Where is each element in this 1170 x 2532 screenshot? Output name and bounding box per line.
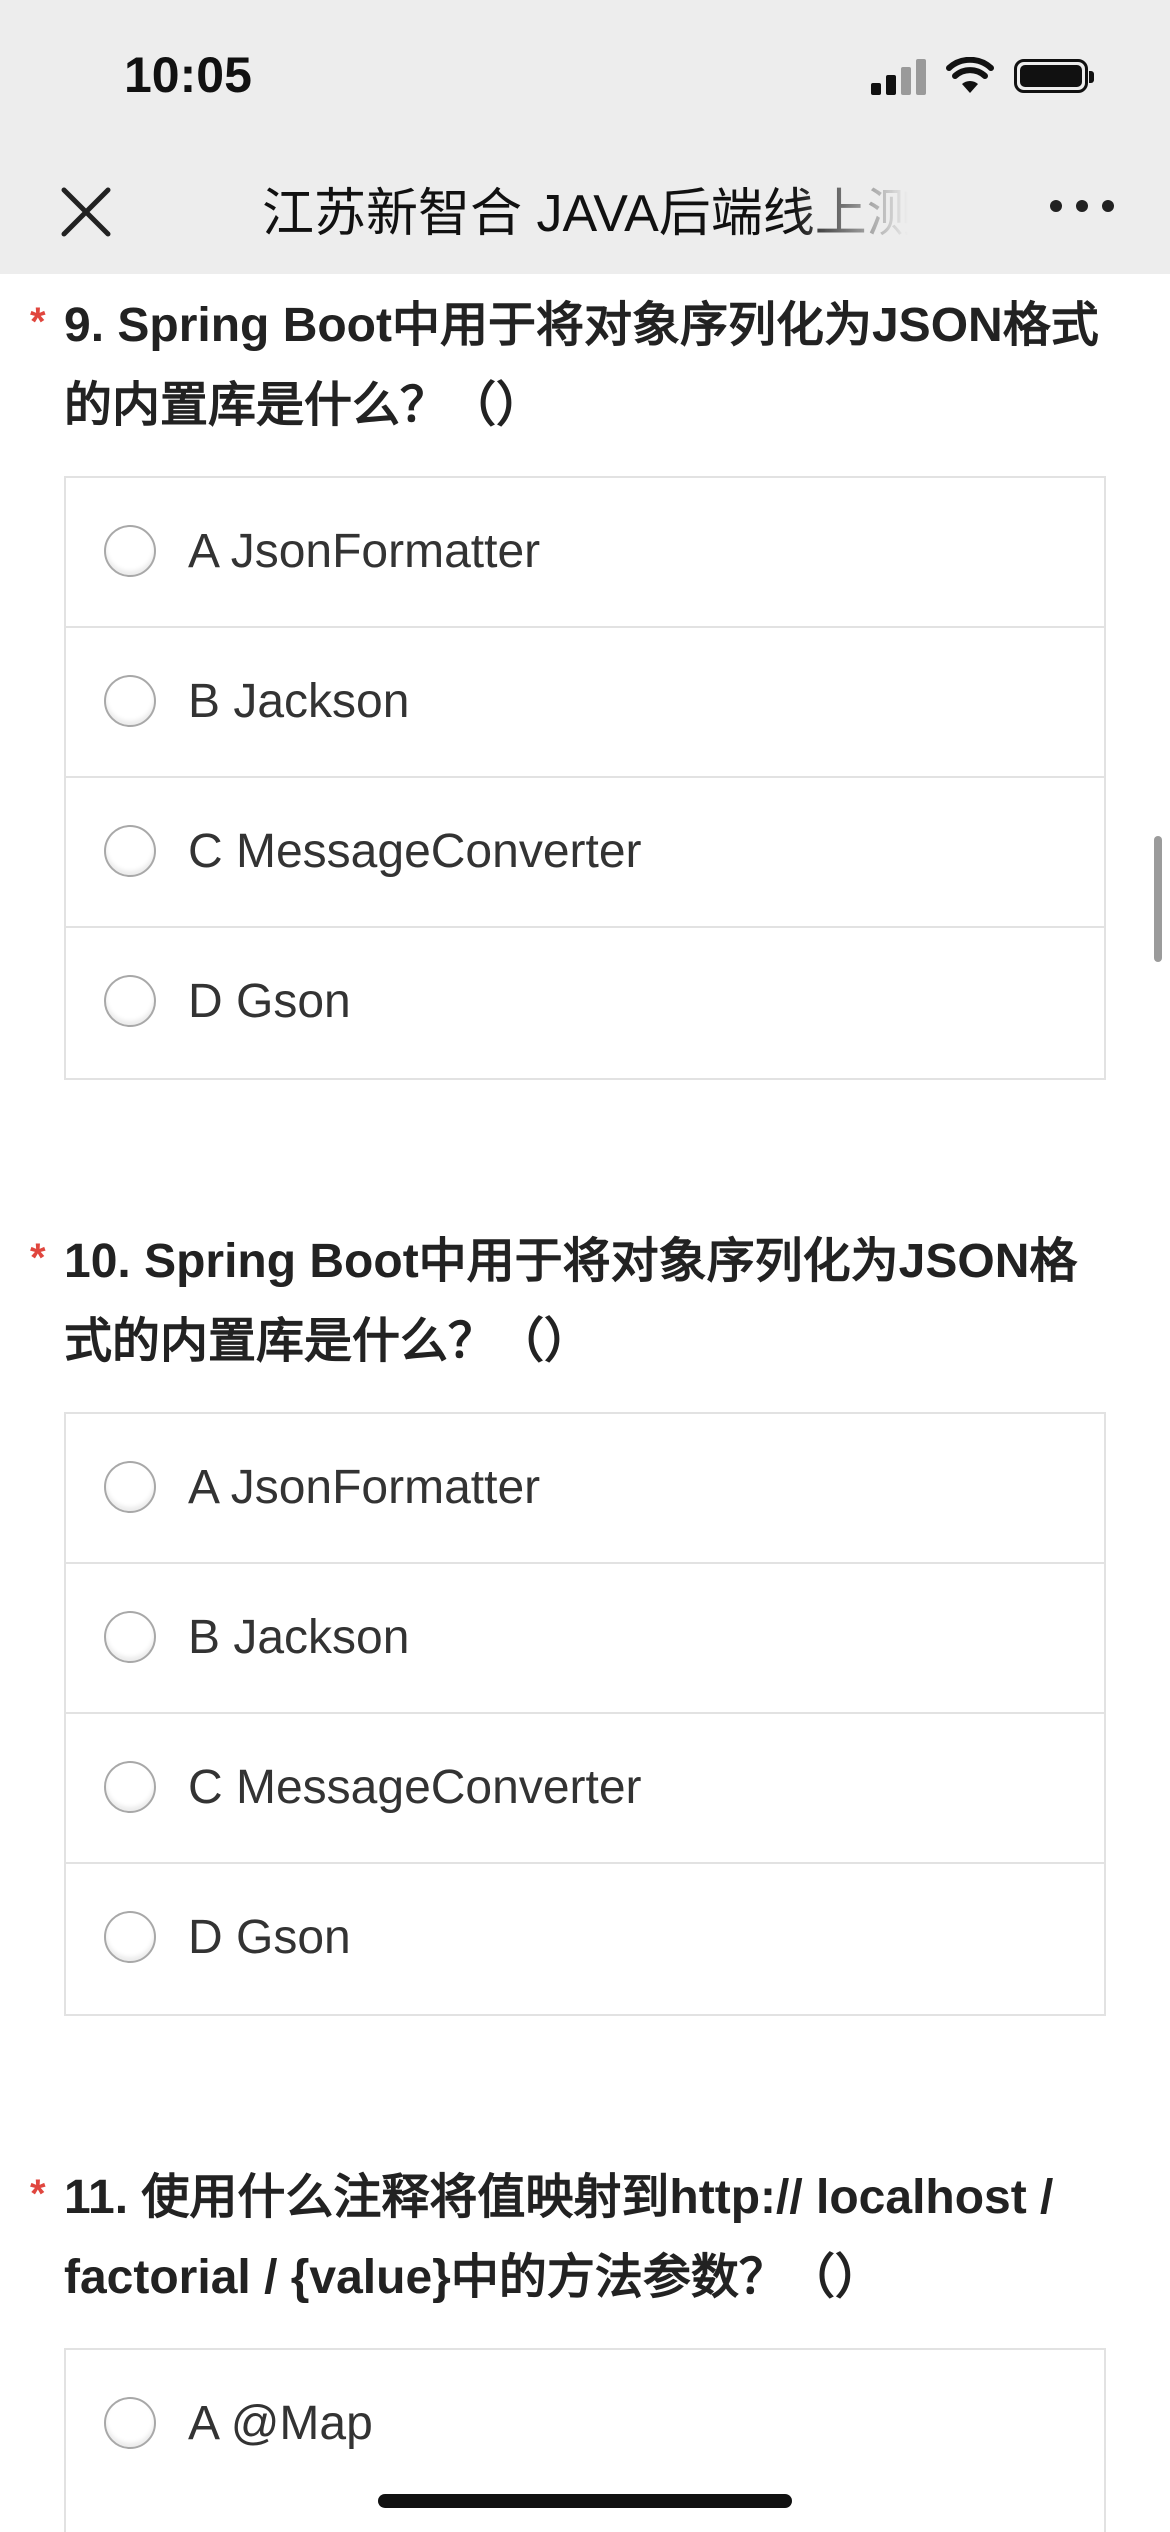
cellular-signal-icon bbox=[871, 57, 926, 95]
status-icons bbox=[871, 56, 1094, 96]
question-title: 11. 使用什么注释将值映射到http:// localhost / facto… bbox=[64, 2171, 1054, 2304]
page-title: 江苏新智合 JAVA后端线上测 bbox=[262, 185, 908, 243]
options-list: A JsonFormatter B Jackson C MessageConve… bbox=[64, 1412, 1106, 2016]
option-label: B Jackson bbox=[188, 1611, 410, 1664]
option-c[interactable]: C MessageConverter bbox=[66, 1714, 1104, 1864]
option-b[interactable]: B Jackson bbox=[66, 1564, 1104, 1714]
top-bar: 10:05 江苏新智合 JAVA后端线上测 bbox=[0, 0, 1170, 274]
radio-button[interactable] bbox=[104, 1611, 156, 1663]
option-b[interactable]: B Jackson bbox=[66, 628, 1104, 778]
option-label: A @Map bbox=[188, 2397, 373, 2450]
question-title: 10. Spring Boot中用于将对象序列化为JSON格式的内置库是什么？（… bbox=[64, 1235, 1078, 1368]
option-label: A JsonFormatter bbox=[188, 525, 541, 578]
option-label: C MessageConverter bbox=[188, 1761, 642, 1814]
required-mark: * bbox=[30, 300, 46, 344]
radio-button[interactable] bbox=[104, 525, 156, 577]
option-c[interactable]: C MessageConverter bbox=[66, 778, 1104, 928]
option-label: D Gson bbox=[188, 975, 351, 1028]
nav-bar: 江苏新智合 JAVA后端线上测 bbox=[0, 160, 1170, 274]
status-time: 10:05 bbox=[124, 47, 252, 103]
option-label: A JsonFormatter bbox=[188, 1461, 541, 1514]
option-a[interactable]: A @Map bbox=[66, 2350, 1104, 2500]
option-d[interactable]: D Gson bbox=[66, 1864, 1104, 2014]
option-a[interactable]: A JsonFormatter bbox=[66, 478, 1104, 628]
wifi-icon bbox=[946, 57, 994, 93]
radio-button[interactable] bbox=[104, 1911, 156, 1963]
question-title: 9. Spring Boot中用于将对象序列化为JSON格式的内置库是什么？（） bbox=[64, 299, 1099, 432]
home-indicator bbox=[378, 2494, 792, 2508]
scrollbar[interactable] bbox=[1154, 836, 1162, 962]
option-a[interactable]: A JsonFormatter bbox=[66, 1414, 1104, 1564]
battery-icon bbox=[1014, 59, 1094, 93]
more-options-icon[interactable] bbox=[1050, 200, 1114, 212]
radio-button[interactable] bbox=[104, 975, 156, 1027]
close-icon[interactable] bbox=[54, 180, 118, 244]
option-d[interactable]: D Gson bbox=[66, 928, 1104, 1078]
option-label: D Gson bbox=[188, 1911, 351, 1964]
required-mark: * bbox=[30, 2172, 46, 2216]
required-mark: * bbox=[30, 1236, 46, 1280]
radio-button[interactable] bbox=[104, 2397, 156, 2449]
option-label: B Jackson bbox=[188, 675, 410, 728]
option-label: C MessageConverter bbox=[188, 825, 642, 878]
options-list: A JsonFormatter B Jackson C MessageConve… bbox=[64, 476, 1106, 1080]
survey-screen: 10:05 江苏新智合 JAVA后端线上测 * 9. Spring Boot中用… bbox=[0, 0, 1170, 2532]
radio-button[interactable] bbox=[104, 675, 156, 727]
radio-button[interactable] bbox=[104, 1761, 156, 1813]
radio-button[interactable] bbox=[104, 825, 156, 877]
radio-button[interactable] bbox=[104, 1461, 156, 1513]
